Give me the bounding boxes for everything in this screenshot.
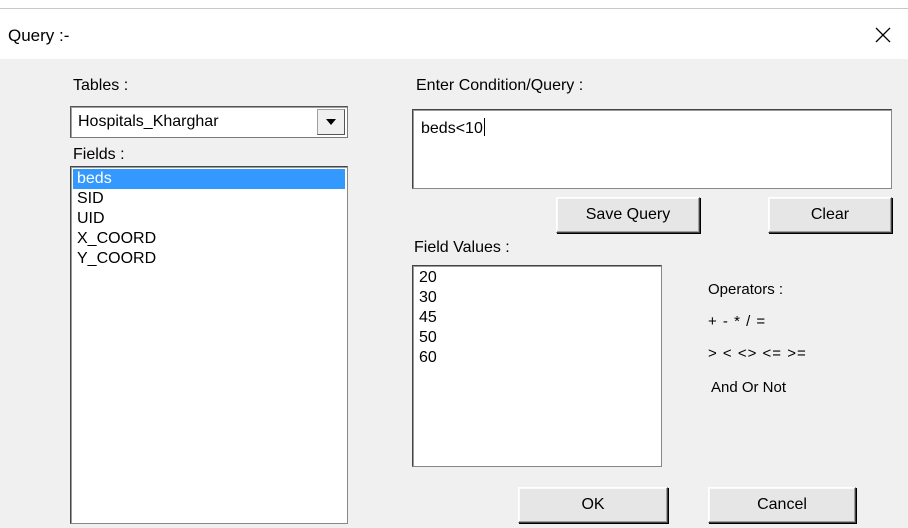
list-item[interactable]: 60 — [415, 348, 659, 368]
field-values-label: Field Values : — [414, 239, 510, 256]
text-caret — [483, 118, 485, 136]
fields-listbox[interactable]: beds SID UID X_COORD Y_COORD — [70, 166, 348, 524]
query-dialog: Query :- Tables : Hospitals_Kharghar Fie… — [0, 8, 908, 528]
list-item[interactable]: Y_COORD — [73, 249, 345, 269]
field-values-listbox[interactable]: 20 30 45 50 60 — [412, 265, 662, 467]
list-item[interactable]: 30 — [415, 288, 659, 308]
chevron-down-icon — [326, 119, 336, 125]
dialog-title: Query :- — [8, 26, 70, 45]
condition-input[interactable]: beds<10 — [412, 109, 892, 189]
list-item[interactable]: X_COORD — [73, 229, 345, 249]
tables-label: Tables : — [73, 77, 129, 94]
list-item[interactable]: 20 — [415, 268, 659, 288]
fields-label: Fields : — [73, 146, 125, 163]
save-query-label: Save Query — [585, 206, 671, 223]
list-item[interactable]: 50 — [415, 328, 659, 348]
clear-button[interactable]: Clear — [768, 197, 892, 233]
tables-selected-value: Hospitals_Kharghar — [78, 113, 219, 130]
tables-combobox[interactable]: Hospitals_Kharghar — [70, 106, 348, 138]
logical-operators: And Or Not — [711, 379, 787, 396]
ok-button[interactable]: OK — [518, 487, 668, 523]
operators-label: Operators : — [708, 281, 784, 298]
cancel-label: Cancel — [757, 496, 807, 513]
arithmetic-operators: + - * / = — [708, 313, 767, 330]
list-item[interactable]: 45 — [415, 308, 659, 328]
list-item[interactable]: beds — [73, 169, 345, 189]
title-bar: Query :- — [0, 9, 908, 59]
close-icon — [875, 27, 891, 43]
ok-label: OK — [581, 496, 605, 513]
list-item[interactable]: UID — [73, 209, 345, 229]
tables-dropdown-button[interactable] — [317, 109, 345, 135]
condition-text: beds<10 — [421, 120, 483, 137]
clear-label: Clear — [810, 206, 850, 223]
condition-label: Enter Condition/Query : — [416, 77, 584, 94]
close-button[interactable] — [858, 17, 908, 53]
comparison-operators: > < <> <= >= — [708, 345, 807, 362]
list-item[interactable]: SID — [73, 189, 345, 209]
save-query-button[interactable]: Save Query — [556, 197, 700, 233]
cancel-button[interactable]: Cancel — [708, 487, 856, 523]
